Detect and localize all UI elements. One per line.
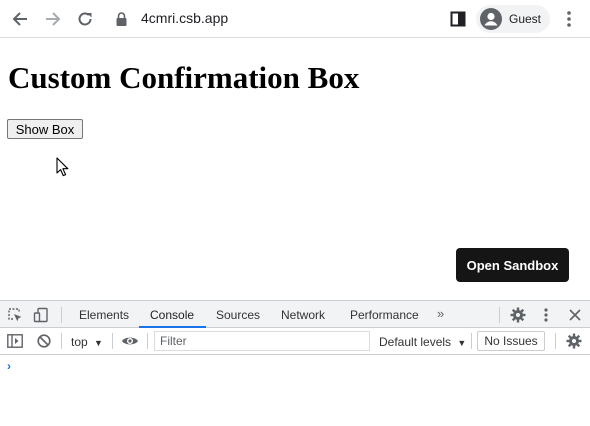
- browser-menu-button[interactable]: [558, 8, 580, 30]
- side-panel-icon: [450, 11, 466, 27]
- open-sandbox-button[interactable]: Open Sandbox: [456, 248, 569, 282]
- device-toolbar-button[interactable]: [32, 306, 50, 324]
- avatar-icon: [480, 8, 502, 30]
- more-tabs-button[interactable]: »: [437, 306, 444, 321]
- site-info-button[interactable]: [114, 8, 128, 30]
- devtools-menu-button[interactable]: [537, 306, 555, 324]
- chevron-down-icon: ▼: [457, 338, 467, 348]
- back-arrow-icon: [12, 12, 27, 26]
- toolbar-divider: [555, 333, 556, 349]
- back-button[interactable]: [9, 8, 31, 30]
- toolbar-divider: [471, 333, 472, 349]
- console-toolbar: top ▼ Default levels ▼ No Issues: [0, 328, 590, 355]
- address-bar-url[interactable]: 4cmri.csb.app: [141, 10, 228, 26]
- issues-button[interactable]: No Issues: [477, 331, 545, 351]
- log-levels-label: Default levels: [379, 335, 452, 349]
- reload-icon: [78, 12, 92, 26]
- gear-icon: [510, 307, 526, 323]
- reload-button[interactable]: [74, 8, 96, 30]
- kebab-menu-icon: [544, 308, 548, 322]
- chevron-down-icon: ▼: [94, 338, 103, 348]
- tab-performance[interactable]: Performance: [350, 308, 419, 322]
- toolbar-divider: [61, 333, 62, 349]
- mouse-cursor-icon: [56, 157, 69, 177]
- tab-console[interactable]: Console: [150, 308, 194, 322]
- toolbar-divider: [147, 333, 148, 349]
- devtools-close-button[interactable]: [566, 306, 584, 324]
- device-toggle-icon: [33, 307, 48, 323]
- inspect-element-icon: [8, 308, 22, 322]
- sidebar-toggle-icon: [7, 334, 23, 348]
- forward-arrow-icon: [46, 12, 61, 26]
- forward-button[interactable]: [42, 8, 64, 30]
- context-selector-value: top: [71, 335, 88, 349]
- kebab-menu-icon: [567, 11, 571, 27]
- live-expression-button[interactable]: [120, 332, 140, 350]
- tab-network[interactable]: Network: [281, 308, 325, 322]
- context-selector[interactable]: top ▼: [71, 335, 103, 349]
- show-box-button[interactable]: Show Box: [7, 119, 83, 139]
- toolbar-divider: [61, 307, 62, 323]
- profile-label: Guest: [509, 12, 542, 26]
- browser-toolbar: 4cmri.csb.app Guest: [0, 0, 590, 38]
- lock-icon: [116, 12, 126, 26]
- console-filter-input[interactable]: [154, 331, 370, 351]
- toolbar-divider: [112, 333, 113, 349]
- eye-icon: [122, 337, 138, 345]
- console-sidebar-button[interactable]: [6, 332, 24, 350]
- console-prompt-icon[interactable]: ›: [7, 359, 11, 373]
- log-levels-dropdown[interactable]: Default levels ▼: [379, 335, 466, 349]
- devtools-tab-strip: Elements Console Sources Network Perform…: [0, 300, 590, 328]
- clear-console-icon: [37, 334, 51, 348]
- devtools-settings-button[interactable]: [509, 306, 527, 324]
- close-icon: [569, 309, 581, 321]
- side-panel-button[interactable]: [447, 8, 469, 30]
- profile-button[interactable]: Guest: [476, 5, 550, 33]
- gear-icon: [566, 333, 582, 349]
- toolbar-divider: [499, 307, 500, 323]
- page-title: Custom Confirmation Box: [8, 60, 360, 95]
- inspect-element-button[interactable]: [6, 306, 24, 324]
- tab-sources[interactable]: Sources: [216, 308, 260, 322]
- clear-console-button[interactable]: [35, 332, 53, 350]
- console-settings-button[interactable]: [565, 332, 583, 350]
- tab-elements[interactable]: Elements: [79, 308, 129, 322]
